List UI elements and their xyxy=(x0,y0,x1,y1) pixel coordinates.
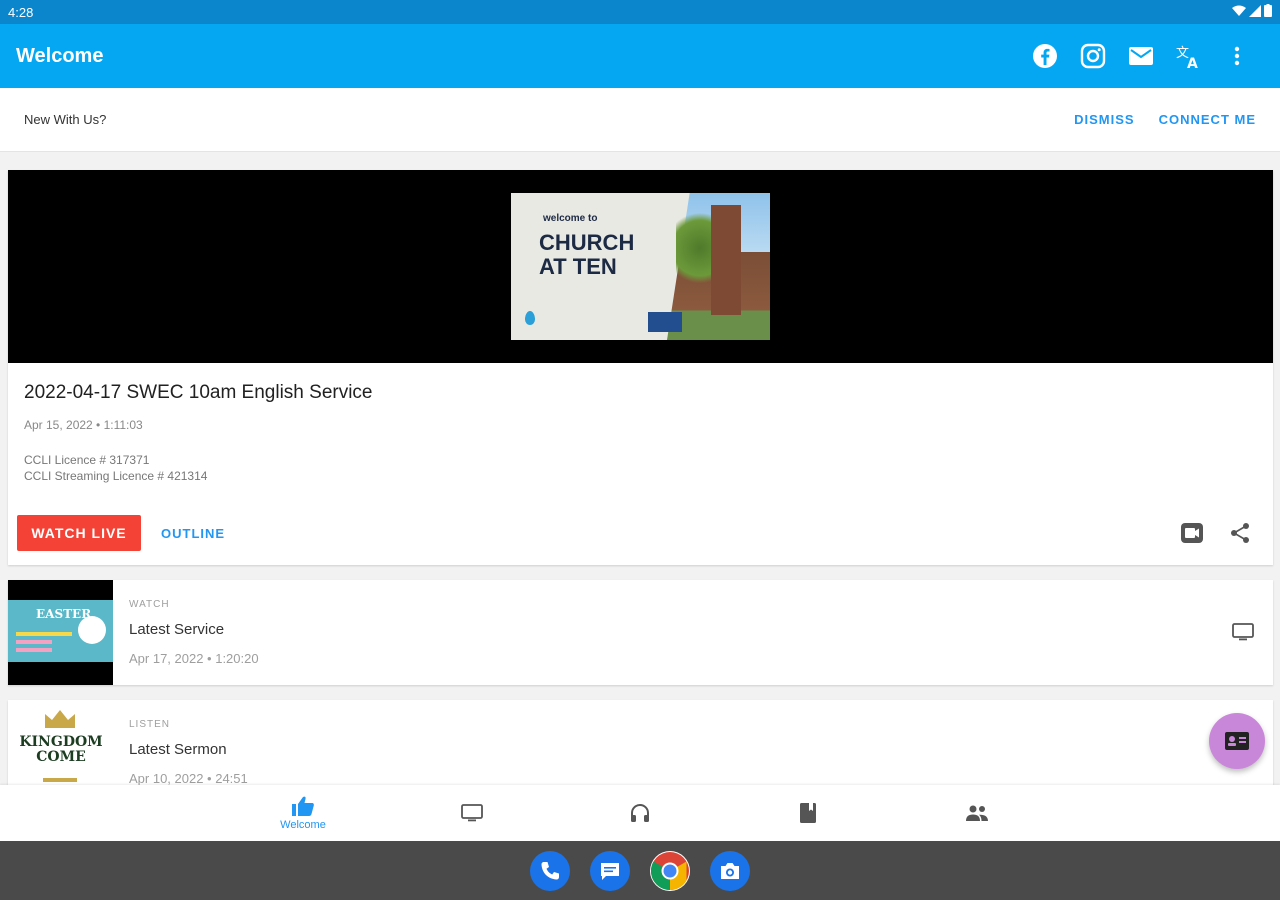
thumb-title-line2: COME xyxy=(36,749,86,765)
poster-title: CHURCH AT TEN xyxy=(539,231,634,279)
status-bar: 4:28 xyxy=(0,0,1280,24)
thumb-up-icon xyxy=(292,796,314,816)
featured-title: 2022-04-17 SWEC 10am English Service xyxy=(24,382,373,403)
battery-icon xyxy=(1264,4,1272,20)
latest-sermon-thumbnail: KINGDOM COME xyxy=(8,700,113,786)
tv-icon xyxy=(461,804,483,822)
list-item[interactable]: EASTER WATCH Latest Service Apr 17, 2022… xyxy=(8,580,1273,685)
app-bar-actions: 文A xyxy=(1032,43,1264,69)
featured-description: CCLI Licence # 317371 CCLI Streaming Lic… xyxy=(24,452,207,484)
featured-meta: Apr 15, 2022 • 1:11:03 xyxy=(24,418,143,432)
poster-title-line2: AT TEN xyxy=(539,254,617,279)
poster-title-line1: CHURCH xyxy=(539,230,635,255)
nav-item-read[interactable] xyxy=(768,785,848,841)
new-with-us-banner: New With Us? DISMISS CONNECT ME xyxy=(0,88,1280,152)
poster-logo-icon xyxy=(525,311,535,325)
list-kicker: LISTEN xyxy=(129,719,171,730)
ccli-licence: CCLI Licence # 317371 xyxy=(24,453,150,467)
wifi-icon xyxy=(1232,5,1246,20)
latest-service-thumbnail: EASTER xyxy=(8,580,113,685)
list-meta: Apr 10, 2022 • 24:51 xyxy=(129,771,248,786)
list-title: Latest Sermon xyxy=(129,741,227,758)
contact-card-icon xyxy=(1225,732,1249,750)
contact-card-fab[interactable] xyxy=(1209,713,1265,769)
watch-live-button[interactable]: WATCH LIVE xyxy=(17,515,141,551)
page-title: Welcome xyxy=(16,44,104,67)
share-icon[interactable] xyxy=(1227,520,1253,546)
banner-prompt: New With Us? xyxy=(24,112,107,127)
signal-icon xyxy=(1249,4,1261,20)
list-item[interactable]: KINGDOM COME LISTEN Latest Sermon Apr 10… xyxy=(8,700,1273,786)
phone-app-icon[interactable] xyxy=(530,850,570,891)
nav-item-watch[interactable] xyxy=(432,785,512,841)
church-at-ten-poster: welcome to CHURCH AT TEN xyxy=(511,193,770,340)
status-time: 4:28 xyxy=(8,4,34,20)
book-icon xyxy=(800,803,816,823)
thumb-title-line1: KINGDOM xyxy=(19,734,103,750)
list-kicker: WATCH xyxy=(129,599,170,610)
connect-me-button[interactable]: CONNECT ME xyxy=(1159,112,1256,127)
thumb-bar xyxy=(16,632,72,636)
thumb-divider xyxy=(43,778,77,782)
thumb-title: KINGDOM COME xyxy=(15,735,107,765)
dismiss-button[interactable]: DISMISS xyxy=(1074,112,1134,127)
camera-app-icon[interactable] xyxy=(710,850,750,891)
svg-text:A: A xyxy=(1187,56,1198,69)
thumb-circle xyxy=(78,616,106,644)
crown-icon xyxy=(45,710,75,728)
more-vert-icon[interactable] xyxy=(1224,43,1250,69)
thumb-bar xyxy=(16,640,52,644)
status-icons xyxy=(1232,4,1272,20)
tv-icon[interactable] xyxy=(1231,620,1255,644)
headphones-icon xyxy=(631,804,649,822)
messages-app-icon[interactable] xyxy=(590,850,630,891)
app-bar: Welcome 文A xyxy=(0,24,1280,88)
mail-icon[interactable] xyxy=(1128,43,1154,69)
outline-button[interactable]: OUTLINE xyxy=(161,515,225,551)
nav-item-connect[interactable] xyxy=(937,785,1017,841)
poster-church-tower xyxy=(711,205,741,315)
thumb-bar xyxy=(16,648,52,652)
bottom-navigation: Welcome xyxy=(0,785,1280,841)
facebook-icon[interactable] xyxy=(1032,43,1058,69)
nav-item-listen[interactable] xyxy=(600,785,680,841)
ccli-streaming-licence: CCLI Streaming Licence # 421314 xyxy=(24,469,208,483)
chrome-app-icon[interactable] xyxy=(650,850,690,891)
featured-media[interactable]: welcome to CHURCH AT TEN xyxy=(8,170,1273,363)
people-icon xyxy=(966,805,988,821)
instagram-icon[interactable] xyxy=(1080,43,1106,69)
nav-item-welcome[interactable]: Welcome xyxy=(263,785,343,841)
featured-media-card: welcome to CHURCH AT TEN 2022-04-17 SWEC… xyxy=(8,170,1273,565)
video-icon[interactable] xyxy=(1179,520,1205,546)
system-dock xyxy=(0,841,1280,900)
poster-welcome-text: welcome to xyxy=(543,213,598,224)
translate-icon[interactable]: 文A xyxy=(1176,43,1202,69)
list-title: Latest Service xyxy=(129,621,225,638)
poster-badge xyxy=(648,312,682,332)
nav-label-welcome: Welcome xyxy=(280,819,326,831)
list-meta: Apr 17, 2022 • 1:20:20 xyxy=(129,651,259,666)
